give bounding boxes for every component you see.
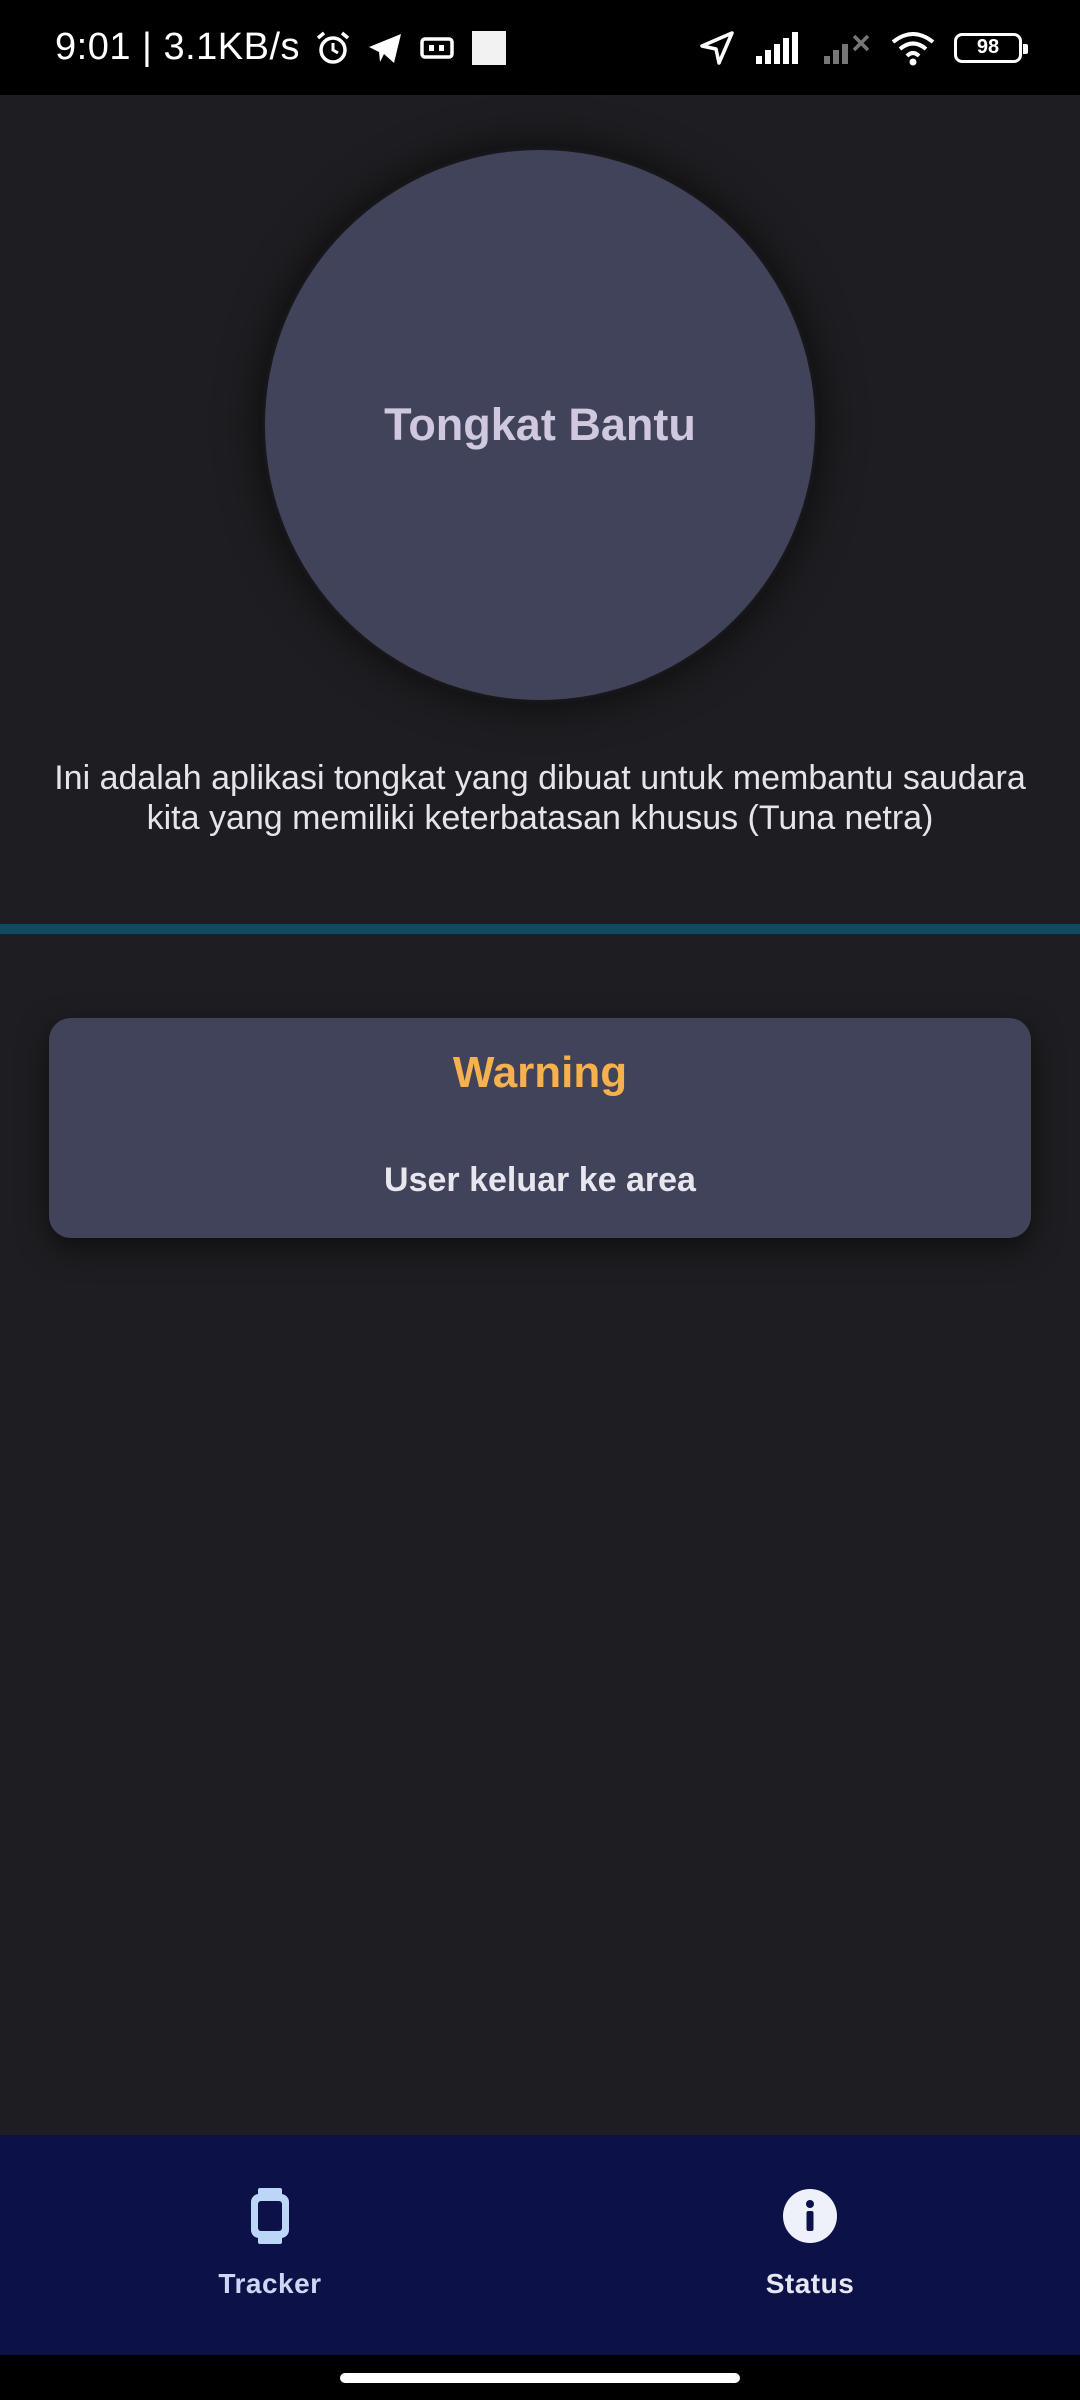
nav-item-tracker[interactable]: Tracker — [0, 2135, 540, 2355]
notification-square-icon — [470, 29, 508, 67]
status-bar: 9:01 | 3.1KB/s 98 — [0, 0, 1080, 95]
section-divider — [0, 924, 1080, 934]
wifi-icon — [890, 30, 936, 66]
status-bar-left: 9:01 | 3.1KB/s — [55, 26, 508, 69]
app-description: Ini adalah aplikasi tongkat yang dibuat … — [54, 759, 1026, 837]
warning-title: Warning — [452, 1048, 628, 1097]
nav-label-status: Status — [765, 2268, 855, 2299]
bottom-navigation: Tracker Status — [0, 2135, 1080, 2355]
signal-no-service-icon — [822, 30, 872, 66]
hero-circle: Tongkat Bantu — [265, 150, 815, 700]
watch-icon — [248, 2182, 292, 2250]
warning-card: Warning User keluar ke area — [49, 1018, 1031, 1238]
signal-strength-icon — [754, 30, 804, 66]
battery-indicator: 98 — [954, 32, 1028, 63]
nav-item-status[interactable]: Status — [540, 2135, 1080, 2355]
warning-message: User keluar ke area — [384, 1161, 696, 1199]
telegram-icon — [366, 29, 404, 67]
status-time-speed: 9:01 | 3.1KB/s — [55, 26, 301, 68]
main-content: Tongkat Bantu Ini adalah aplikasi tongka… — [0, 95, 1080, 2135]
location-arrow-icon — [698, 29, 736, 67]
hero-title: Tongkat Bantu — [384, 399, 696, 450]
home-gesture-bar[interactable] — [340, 2373, 740, 2383]
gesture-area — [0, 2355, 1080, 2400]
info-icon — [781, 2182, 839, 2250]
status-bar-right: 98 — [698, 29, 1028, 67]
nav-label-tracker: Tracker — [218, 2268, 322, 2299]
alarm-icon — [314, 29, 352, 67]
sim-card-icon — [418, 29, 456, 67]
